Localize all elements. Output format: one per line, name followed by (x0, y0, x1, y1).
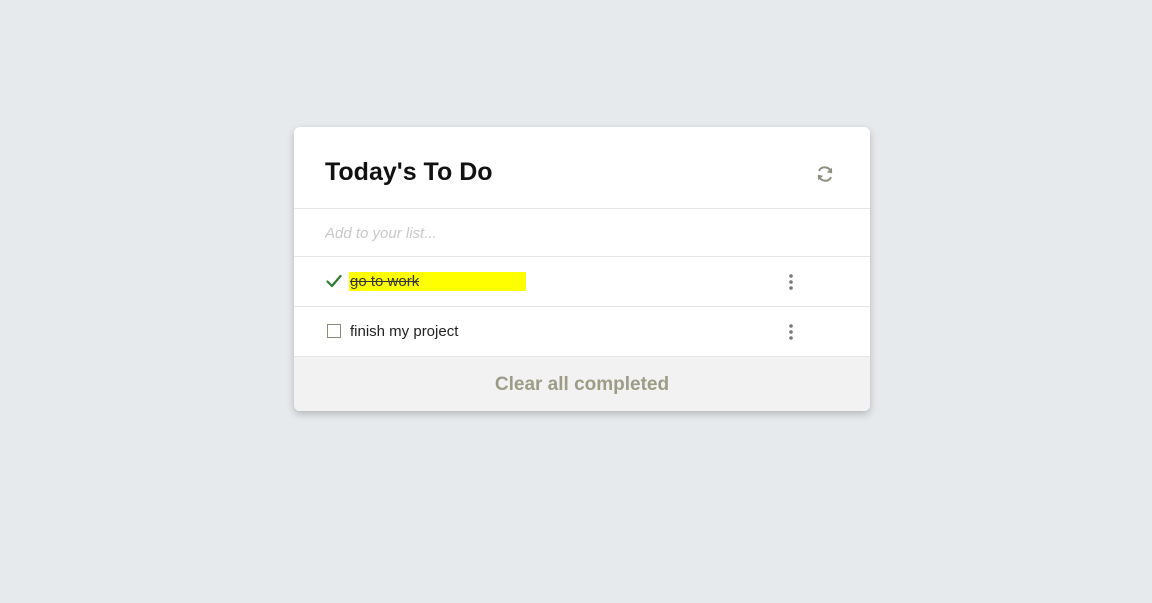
todo-text: go to work (350, 273, 420, 290)
checkbox-empty-icon[interactable] (327, 324, 341, 338)
todo-item[interactable]: finish my project (294, 307, 870, 357)
todo-text: finish my project (350, 323, 459, 340)
card-header: Today's To Do (294, 127, 870, 209)
check-icon[interactable] (326, 274, 342, 288)
add-item-row (294, 209, 870, 257)
todo-card: Today's To Do go to work finish my proje… (294, 127, 870, 411)
more-vertical-icon[interactable] (788, 324, 794, 340)
add-item-input[interactable] (325, 221, 825, 245)
more-vertical-icon[interactable] (788, 274, 794, 290)
page-title: Today's To Do (325, 158, 493, 186)
todo-text-highlight: go to work (349, 272, 526, 291)
todo-item-completed[interactable]: go to work (294, 257, 870, 307)
clear-completed-button[interactable]: Clear all completed (495, 374, 669, 396)
card-footer: Clear all completed (294, 356, 870, 411)
refresh-icon[interactable] (815, 164, 835, 184)
